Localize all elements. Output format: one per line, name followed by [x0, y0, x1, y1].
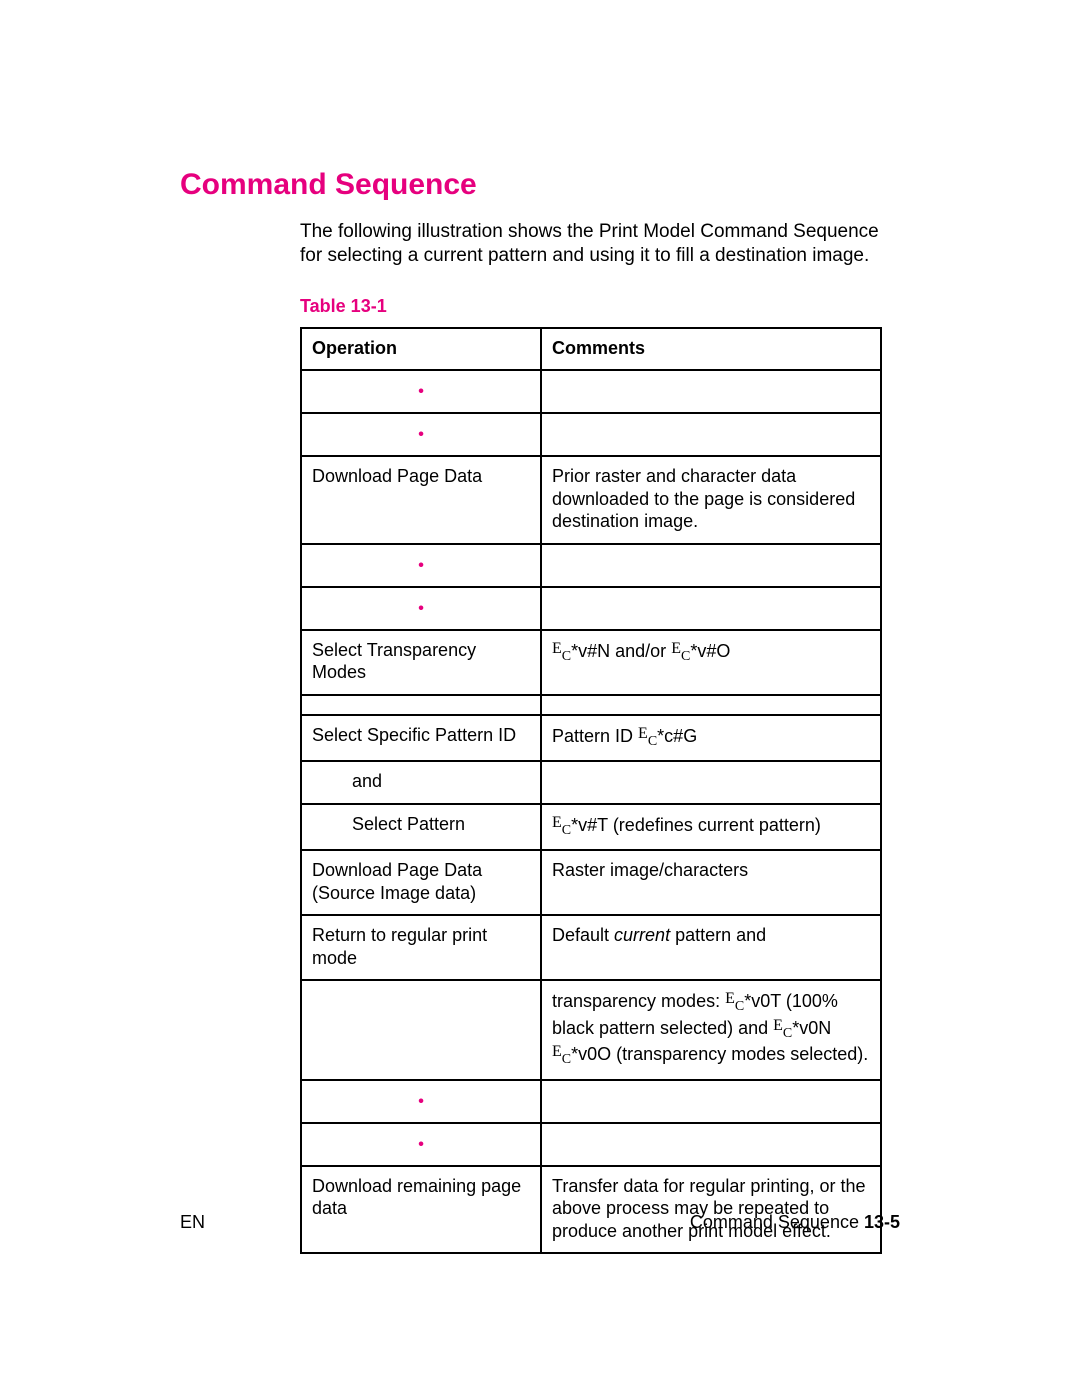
- empty-cell: [541, 1080, 881, 1123]
- table-row: •: [301, 1123, 881, 1166]
- code-tail: *v#N: [571, 641, 610, 661]
- text: (transparency modes selected).: [611, 1044, 868, 1064]
- text: pattern and: [670, 925, 766, 945]
- operation-cell: Download remaining page data: [301, 1166, 541, 1254]
- table-row: •: [301, 544, 881, 587]
- comments-cell: Prior raster and character data download…: [541, 456, 881, 544]
- footer-language: EN: [180, 1212, 205, 1233]
- table-header-row: Operation Comments: [301, 328, 881, 371]
- footer-page-ref: Command Sequence 13-5: [690, 1212, 900, 1233]
- escape-c: C: [562, 649, 571, 664]
- table-row: •: [301, 587, 881, 630]
- empty-cell: [541, 761, 881, 804]
- operation-cell: Download Page Data (Source Image data): [301, 850, 541, 915]
- escape-c: C: [783, 1026, 792, 1041]
- header-comments: Comments: [541, 328, 881, 371]
- code-tail: *v0T: [744, 991, 781, 1011]
- text: Default: [552, 925, 614, 945]
- bullet-icon: •: [301, 587, 541, 630]
- table-row: Select Pattern EC*v#T (redefines current…: [301, 804, 881, 851]
- code-tail: *v#O: [690, 641, 730, 661]
- italic-text: current: [614, 925, 670, 945]
- operation-cell: Return to regular print mode: [301, 915, 541, 980]
- escape-c: C: [648, 734, 657, 749]
- bullet-icon: •: [301, 370, 541, 413]
- operation-text: and: [312, 770, 530, 793]
- escape-c: C: [562, 1052, 571, 1067]
- comments-cell: Pattern ID EC*c#G: [541, 715, 881, 762]
- code-tail: *v0N: [792, 1018, 831, 1038]
- empty-cell: [541, 587, 881, 630]
- table-row: Download Page Data (Source Image data) R…: [301, 850, 881, 915]
- table-row: •: [301, 1080, 881, 1123]
- text: (redefines current pattern): [608, 815, 821, 835]
- operation-text: Select Pattern: [312, 813, 530, 836]
- escape-e: E: [552, 814, 562, 831]
- bullet-icon: •: [301, 1123, 541, 1166]
- text: and/or: [610, 641, 671, 661]
- table-row: and: [301, 761, 881, 804]
- bullet-icon: •: [301, 1080, 541, 1123]
- table-row: Download remaining page data Transfer da…: [301, 1166, 881, 1254]
- comments-cell: EC*v#N and/or EC*v#O: [541, 630, 881, 695]
- escape-e: E: [725, 990, 735, 1007]
- footer-page-number: 13-5: [864, 1212, 900, 1232]
- escape-c: C: [735, 999, 744, 1014]
- escape-c: C: [562, 823, 571, 838]
- empty-cell: [301, 980, 541, 1080]
- comments-cell: EC*v#T (redefines current pattern): [541, 804, 881, 851]
- code-tail: *c#G: [657, 726, 697, 746]
- text: transparency modes:: [552, 991, 725, 1011]
- table-row: Select Specific Pattern ID Pattern ID EC…: [301, 715, 881, 762]
- escape-e: E: [773, 1017, 783, 1034]
- empty-cell: [541, 370, 881, 413]
- operation-text: (Source Image data): [312, 883, 476, 903]
- bullet-icon: •: [301, 544, 541, 587]
- escape-e: E: [671, 640, 681, 657]
- empty-cell: [301, 695, 541, 715]
- operation-cell: and: [301, 761, 541, 804]
- escape-e: E: [552, 1043, 562, 1060]
- operation-cell: Download Page Data: [301, 456, 541, 544]
- empty-cell: [541, 544, 881, 587]
- comments-cell: Transfer data for regular printing, or t…: [541, 1166, 881, 1254]
- operation-text: Download Page Data: [312, 860, 482, 880]
- escape-e: E: [552, 640, 562, 657]
- table-row: Select Transparency Modes EC*v#N and/or …: [301, 630, 881, 695]
- escape-e: E: [638, 725, 648, 742]
- table-row: Download Page Data Prior raster and char…: [301, 456, 881, 544]
- page: Command Sequence The following illustrat…: [0, 0, 1080, 1397]
- table-row: [301, 695, 881, 715]
- footer-section-name: Command Sequence: [690, 1212, 864, 1232]
- empty-cell: [541, 695, 881, 715]
- empty-cell: [541, 1123, 881, 1166]
- operation-cell: Select Specific Pattern ID: [301, 715, 541, 762]
- section-heading: Command Sequence: [180, 168, 900, 202]
- table-label: Table 13-1: [300, 296, 900, 317]
- table-row: transparency modes: EC*v0T (100% black p…: [301, 980, 881, 1080]
- code-tail: *v#T: [571, 815, 608, 835]
- table-row: •: [301, 370, 881, 413]
- bullet-icon: •: [301, 413, 541, 456]
- empty-cell: [541, 413, 881, 456]
- table-row: •: [301, 413, 881, 456]
- command-sequence-table: Operation Comments • • Download Page Dat…: [300, 327, 882, 1255]
- intro-paragraph: The following illustration shows the Pri…: [300, 220, 900, 268]
- comments-cell: Default current pattern and: [541, 915, 881, 980]
- escape-c: C: [681, 649, 690, 664]
- text: Pattern ID: [552, 726, 638, 746]
- header-operation: Operation: [301, 328, 541, 371]
- table-row: Return to regular print mode Default cur…: [301, 915, 881, 980]
- comments-cell: transparency modes: EC*v0T (100% black p…: [541, 980, 881, 1080]
- operation-cell: Select Pattern: [301, 804, 541, 851]
- operation-cell: Select Transparency Modes: [301, 630, 541, 695]
- comments-cell: Raster image/characters: [541, 850, 881, 915]
- code-tail: *v0O: [571, 1044, 611, 1064]
